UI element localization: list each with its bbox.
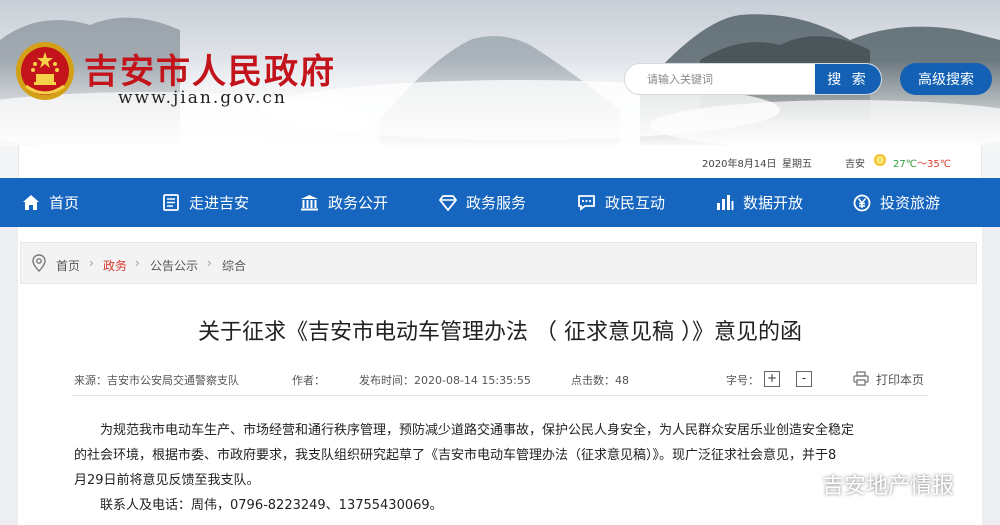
nav-label: 政务公开 <box>328 194 389 212</box>
nav-item-about[interactable]: 走进吉安 <box>162 178 249 227</box>
article-published: 发布时间：2020-08-14 15:35:55 <box>359 374 531 387</box>
nav-label: 数据开放 <box>743 194 804 212</box>
font-size-label: 字号： <box>726 374 759 387</box>
search-button[interactable]: 搜 索 <box>815 64 881 94</box>
location-pin-icon <box>32 254 46 272</box>
site-title[interactable]: 吉安市人民政府 <box>84 44 336 93</box>
nav-item-services[interactable]: 政务服务 <box>439 178 526 227</box>
current-date: 2020年8月14日 <box>702 159 777 170</box>
article-source: 来源：吉安市公安局交通警察支队 <box>74 374 239 387</box>
building-icon <box>301 195 318 211</box>
watermark-text: 吉安地产情报 <box>822 474 955 499</box>
wechat-icon <box>790 473 816 494</box>
bars-icon <box>717 195 734 210</box>
nav-item-home[interactable]: 首页 <box>22 178 79 227</box>
weekday: 星期五 <box>782 159 812 170</box>
weather-city: 吉安 <box>845 159 865 170</box>
home-icon <box>23 195 39 210</box>
nav-label: 首页 <box>49 194 80 212</box>
search-box: 搜 索 <box>624 63 882 95</box>
wechat-watermark: 吉安地产情报 <box>790 468 954 500</box>
breadcrumb-gov[interactable]: 政务 <box>103 257 127 274</box>
paragraph-line: 为规范我市电动车生产、市场经营和通行秩序管理，预防减少道路交通事故，保护公民人身… <box>100 423 855 438</box>
chevron-right-icon: › <box>89 256 94 270</box>
chevron-right-icon: › <box>207 256 212 270</box>
breadcrumb-announcements[interactable]: 公告公示 <box>150 257 198 274</box>
article-author: 作者： <box>292 374 325 387</box>
temp-high: 35℃ <box>926 159 951 170</box>
nav-label: 投资旅游 <box>880 194 941 212</box>
nav-item-gov-affairs[interactable]: 政务公开 <box>300 178 388 227</box>
header-banner: 吉安市人民政府 www.jian.gov.cn 搜 索 高级搜索 <box>0 0 1000 145</box>
chat-icon <box>578 195 595 211</box>
sunny-weather-icon <box>874 154 886 166</box>
paragraph-line: 的社会环境，根据市委、市政府要求，我支队组织研究起草了《吉安市电动车管理办法（征… <box>74 448 837 463</box>
article-title: 关于征求《吉安市电动车管理办法 （ 征求意见稿 ）》意见的函 <box>198 320 802 345</box>
nav-item-interaction[interactable]: 政民互动 <box>577 178 665 227</box>
national-emblem-icon <box>16 42 74 100</box>
nav-label: 走进吉安 <box>189 194 250 212</box>
zoom-in-button[interactable]: + <box>764 371 780 387</box>
breadcrumb-home[interactable]: 首页 <box>56 257 80 274</box>
site-url: www.jian.gov.cn <box>118 88 287 108</box>
chevron-right-icon: › <box>135 256 140 270</box>
meta-divider <box>72 395 928 396</box>
breadcrumb-general[interactable]: 综合 <box>222 257 246 274</box>
nav-label: 政务服务 <box>466 194 527 212</box>
temp-low: 27℃ <box>893 159 917 170</box>
nav-item-open-data[interactable]: 数据开放 <box>716 178 803 227</box>
nav-item-invest-travel[interactable]: 投资旅游 <box>853 178 940 227</box>
print-page-link[interactable]: 打印本页 <box>876 371 924 388</box>
diamond-icon <box>439 195 457 211</box>
temp-separator: ～ <box>916 159 927 170</box>
advanced-search-button[interactable]: 高级搜索 <box>900 63 992 95</box>
yen-icon <box>853 194 871 211</box>
book-icon <box>163 194 179 211</box>
zoom-out-button[interactable]: - <box>796 371 812 387</box>
nav-label: 政民互动 <box>605 194 666 212</box>
print-icon[interactable] <box>853 371 869 386</box>
article-clicks: 点击数：48 <box>571 374 629 387</box>
temperature: 27℃～35℃ <box>893 155 951 170</box>
search-input[interactable] <box>625 64 815 94</box>
